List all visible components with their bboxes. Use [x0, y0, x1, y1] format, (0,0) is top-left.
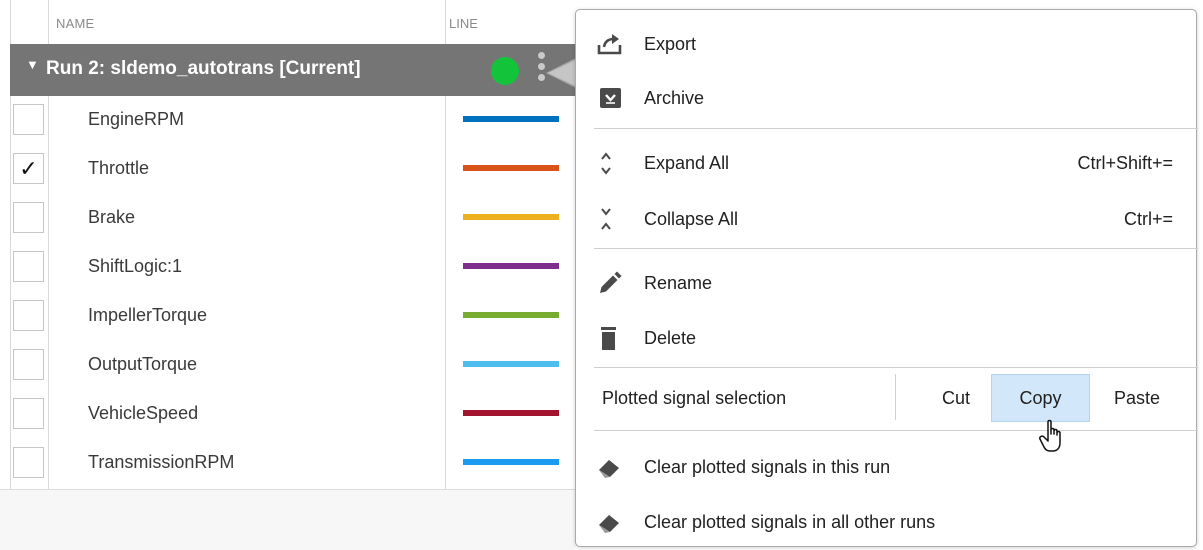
signal-row[interactable]: ShiftLogic:1 [10, 243, 575, 292]
column-header-line[interactable]: LINE [449, 16, 478, 31]
eraser-icon [599, 460, 619, 478]
cut-button[interactable]: Cut [916, 374, 996, 422]
signal-table: NAME LINE ▼ Run 2: sldemo_autotrans [Cur… [0, 0, 575, 550]
caret-down-icon[interactable]: ▼ [26, 57, 39, 72]
column-header-name[interactable]: NAME [56, 16, 94, 31]
signal-name: EngineRPM [88, 109, 185, 129]
menu-item-clear-other-runs[interactable]: Clear plotted signals in all other runs [576, 496, 1196, 548]
signal-checkbox[interactable] [13, 251, 44, 282]
signal-name: Brake [88, 207, 136, 227]
plotted-signal-selection-row: Plotted signal selection Cut Copy Paste [576, 368, 1196, 426]
menu-item-collapse-all[interactable]: Collapse All Ctrl+= [576, 193, 1196, 245]
signal-row[interactable]: VehicleSpeed [10, 390, 575, 439]
export-icon [597, 34, 622, 55]
menu-item-clear-this-run[interactable]: Clear plotted signals in this run [576, 441, 1196, 493]
signal-row[interactable]: EngineRPM [10, 96, 575, 145]
menu-item-archive[interactable]: Archive [576, 72, 1196, 124]
signal-checkbox[interactable]: ✓ [13, 153, 44, 184]
signal-row[interactable]: ImpellerTorque [10, 292, 575, 341]
run-row[interactable]: ▼ Run 2: sldemo_autotrans [Current] [10, 44, 575, 96]
menu-item-shortcut: Ctrl+= [1123, 209, 1173, 229]
menu-item-label: Rename [644, 273, 713, 293]
signal-name: ShiftLogic:1 [88, 256, 183, 276]
eraser-icon [599, 515, 619, 533]
signal-checkbox[interactable] [13, 447, 44, 478]
menu-item-rename[interactable]: Rename [576, 257, 1196, 309]
menu-item-delete[interactable]: Delete [576, 312, 1196, 364]
table-empty-area [0, 489, 575, 550]
run-status-indicator [491, 57, 519, 85]
menu-item-label: Archive [644, 88, 705, 108]
plotted-signal-selection-label: Plotted signal selection [602, 388, 787, 408]
signal-checkbox[interactable] [13, 104, 44, 135]
signal-line-swatch[interactable] [463, 214, 559, 220]
signal-line-swatch[interactable] [463, 459, 559, 465]
signal-checkbox[interactable] [13, 300, 44, 331]
menu-item-label: Clear plotted signals in this run [644, 457, 891, 477]
signal-line-swatch[interactable] [463, 165, 559, 171]
menu-item-label: Delete [644, 328, 697, 348]
signal-name: VehicleSpeed [88, 403, 199, 423]
paste-button[interactable]: Paste [1092, 374, 1182, 422]
signal-checkbox[interactable] [13, 349, 44, 380]
menu-separator [594, 128, 1198, 129]
menu-item-export[interactable]: Export [576, 18, 1196, 70]
signal-name: ImpellerTorque [88, 305, 208, 325]
signal-line-swatch[interactable] [463, 410, 559, 416]
menu-separator [594, 248, 1198, 249]
archive-icon [600, 88, 621, 108]
context-menu: Export Archive Expand All Ctrl+Shift+= C… [575, 9, 1198, 548]
expand-all-icon [601, 152, 611, 175]
signal-row[interactable]: Brake [10, 194, 575, 243]
signal-name: Throttle [88, 158, 150, 178]
menu-separator [594, 430, 1198, 431]
menu-item-label: Collapse All [644, 209, 739, 229]
signal-name: OutputTorque [88, 354, 198, 374]
signal-line-swatch[interactable] [463, 312, 559, 318]
hand-cursor-icon [1039, 419, 1061, 452]
trash-icon [601, 327, 616, 350]
menu-pointer-fill [548, 60, 576, 86]
menu-item-shortcut: Ctrl+Shift+= [1077, 153, 1173, 173]
plotted-selection-divider [895, 374, 896, 420]
signal-checkbox[interactable] [13, 202, 44, 233]
signal-line-swatch[interactable] [463, 263, 559, 269]
run-title: Run 2: sldemo_autotrans [Current] [46, 58, 361, 79]
signal-line-swatch[interactable] [463, 361, 559, 367]
signal-name: TransmissionRPM [88, 452, 235, 472]
signal-checkbox[interactable] [13, 398, 44, 429]
copy-button[interactable]: Copy [991, 374, 1090, 422]
kebab-menu-icon[interactable] [538, 52, 546, 88]
signal-row[interactable]: TransmissionRPM [10, 439, 575, 488]
menu-item-label: Export [644, 34, 697, 54]
collapse-all-icon [601, 208, 611, 230]
signal-line-swatch[interactable] [463, 116, 559, 122]
menu-item-expand-all[interactable]: Expand All Ctrl+Shift+= [576, 137, 1196, 189]
signal-row[interactable]: ✓ Throttle [10, 145, 575, 194]
signal-row[interactable]: OutputTorque [10, 341, 575, 390]
menu-item-label: Expand All [644, 153, 730, 173]
pencil-icon [600, 271, 622, 293]
menu-item-label: Clear plotted signals in all other runs [644, 512, 936, 532]
